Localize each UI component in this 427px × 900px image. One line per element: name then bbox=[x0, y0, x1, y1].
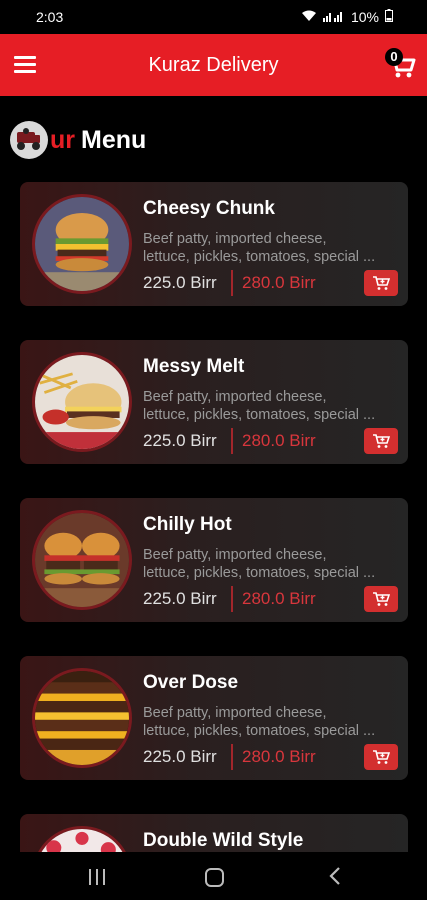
wifi-icon bbox=[301, 10, 317, 25]
item-description-line-2: lettuce, pickles, tomatoes, special ... bbox=[143, 565, 376, 581]
burger-image bbox=[32, 194, 132, 294]
item-name: Over Dose bbox=[143, 672, 239, 693]
signal-icon bbox=[322, 10, 345, 25]
item-description: Beef patty, imported cheese, lettuce, pi… bbox=[143, 388, 398, 424]
item-description-line-1: Beef patty, imported cheese, bbox=[143, 231, 327, 247]
item-description-line-1: Beef patty, imported cheese, bbox=[143, 389, 327, 405]
menu-heading: ur Menu bbox=[10, 120, 146, 160]
item-name: Double Wild Style bbox=[143, 830, 304, 851]
home-icon[interactable] bbox=[205, 868, 224, 887]
item-description-line-2: lettuce, pickles, tomatoes, special ... bbox=[143, 407, 376, 423]
price-divider bbox=[231, 744, 233, 770]
battery-icon bbox=[385, 9, 393, 25]
item-name: Chilly Hot bbox=[143, 514, 232, 535]
price-divider bbox=[231, 586, 233, 612]
menu-card[interactable]: Messy Melt Beef patty, imported cheese, … bbox=[20, 340, 408, 464]
add-to-cart-icon bbox=[373, 276, 390, 290]
cart-button[interactable]: 0 bbox=[385, 48, 417, 80]
item-description: Beef patty, imported cheese, lettuce, pi… bbox=[143, 546, 398, 582]
item-old-price: 280.0 Birr bbox=[242, 431, 316, 450]
item-price: 225.0 Birr bbox=[143, 273, 217, 292]
app-title: Kuraz Delivery bbox=[148, 54, 279, 76]
burger-image bbox=[32, 826, 132, 852]
burger-image bbox=[32, 668, 132, 768]
item-price: 225.0 Birr bbox=[143, 589, 217, 608]
item-price: 225.0 Birr bbox=[143, 431, 217, 450]
price-divider bbox=[231, 270, 233, 296]
add-to-cart-icon bbox=[373, 434, 390, 448]
item-old-price: 280.0 Birr bbox=[242, 747, 316, 766]
item-description-line-1: Beef patty, imported cheese, bbox=[143, 547, 327, 563]
burger-image bbox=[32, 352, 132, 452]
item-description-line-2: lettuce, pickles, tomatoes, special ... bbox=[143, 723, 376, 739]
menu-card[interactable]: Over Dose Beef patty, imported cheese, l… bbox=[20, 656, 408, 780]
status-bar: 2:03 10% bbox=[0, 0, 427, 34]
add-to-cart-icon bbox=[373, 750, 390, 764]
item-description-line-2: lettuce, pickles, tomatoes, special ... bbox=[143, 249, 376, 265]
item-price: 225.0 Birr bbox=[143, 747, 217, 766]
menu-card[interactable]: Chilly Hot Beef patty, imported cheese, … bbox=[20, 498, 408, 622]
delivery-logo-icon bbox=[10, 121, 48, 159]
battery-percent: 10% bbox=[350, 9, 379, 25]
back-icon[interactable] bbox=[328, 866, 342, 886]
heading-part-2: Menu bbox=[81, 125, 147, 154]
burger-image bbox=[32, 510, 132, 610]
recents-icon[interactable] bbox=[88, 869, 106, 885]
add-to-cart-button[interactable] bbox=[364, 428, 398, 454]
menu-list[interactable]: Cheesy Chunk Beef patty, imported cheese… bbox=[0, 172, 427, 852]
item-old-price: 280.0 Birr bbox=[242, 273, 316, 292]
item-old-price: 280.0 Birr bbox=[242, 589, 316, 608]
menu-card[interactable]: Cheesy Chunk Beef patty, imported cheese… bbox=[20, 182, 408, 306]
item-description-line-1: Beef patty, imported cheese, bbox=[143, 705, 327, 721]
add-to-cart-button[interactable] bbox=[364, 586, 398, 612]
item-name: Messy Melt bbox=[143, 356, 245, 377]
status-icons: 10% bbox=[301, 9, 393, 25]
add-to-cart-icon bbox=[373, 592, 390, 606]
heading-part-1: ur bbox=[50, 125, 75, 154]
system-nav-bar bbox=[0, 852, 427, 900]
menu-card[interactable]: Double Wild Style bbox=[20, 814, 408, 852]
cart-count-badge: 0 bbox=[385, 48, 403, 66]
add-to-cart-button[interactable] bbox=[364, 744, 398, 770]
price-divider bbox=[231, 428, 233, 454]
item-name: Cheesy Chunk bbox=[143, 198, 275, 219]
item-description: Beef patty, imported cheese, lettuce, pi… bbox=[143, 704, 398, 740]
app-bar: Kuraz Delivery 0 bbox=[0, 34, 427, 96]
add-to-cart-button[interactable] bbox=[364, 270, 398, 296]
item-description: Beef patty, imported cheese, lettuce, pi… bbox=[143, 230, 398, 266]
status-time: 2:03 bbox=[36, 9, 64, 25]
